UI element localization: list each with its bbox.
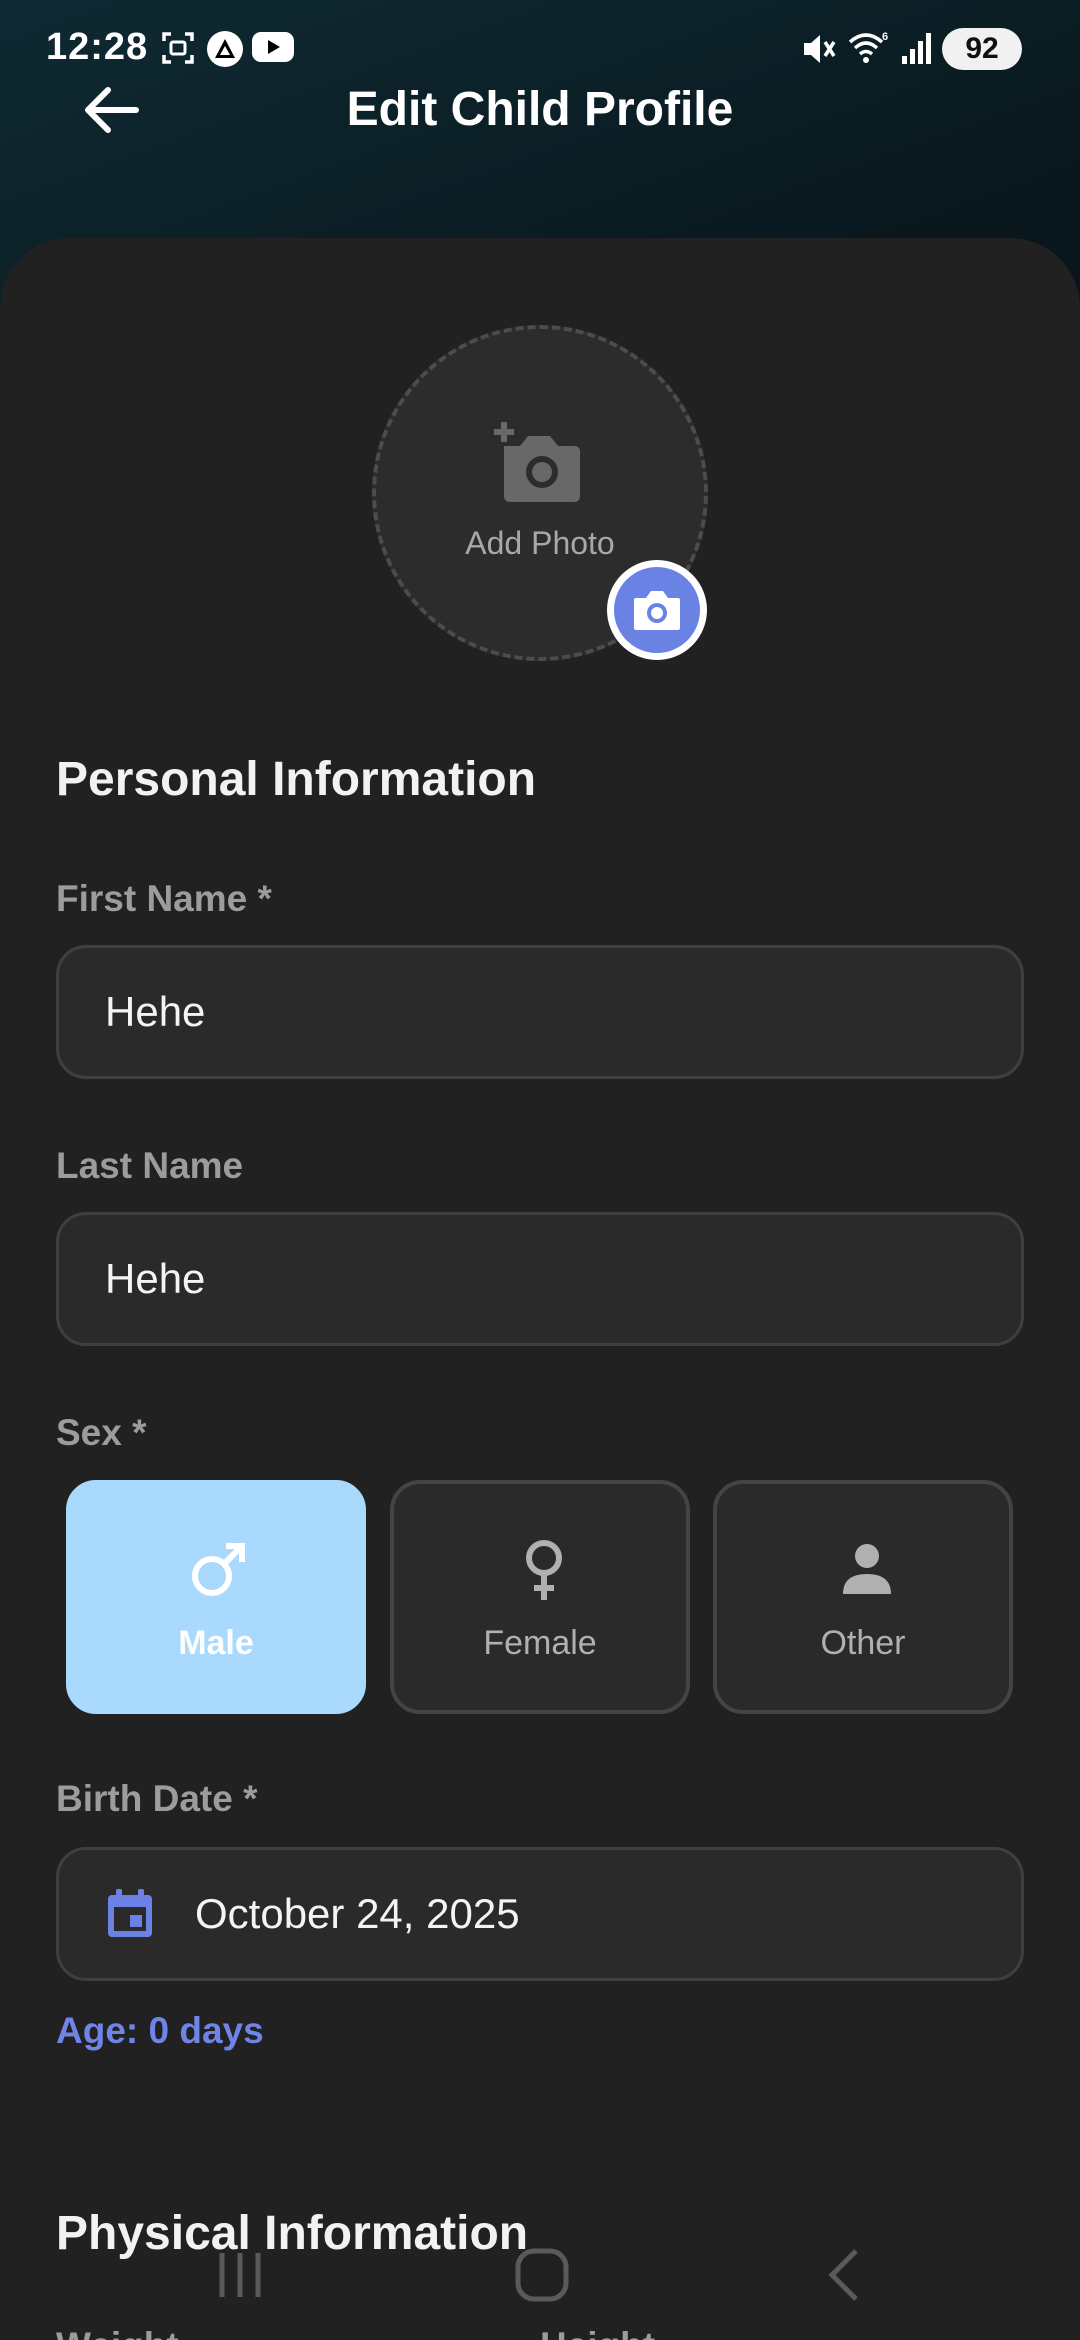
signal-icon — [902, 33, 931, 64]
youtube-icon — [252, 32, 294, 62]
screenshot-icon — [162, 32, 194, 64]
mute-icon — [804, 35, 836, 63]
wifi-icon: 6 — [848, 31, 888, 63]
screen: 12:28 6 92 Edit Child Profile Add Photo … — [0, 0, 1080, 2340]
calendar-icon — [105, 1887, 155, 1941]
birth-date-value: October 24, 2025 — [195, 1890, 520, 1937]
sex-option-label: Female — [483, 1624, 597, 1662]
sex-option-label: Male — [178, 1624, 254, 1662]
nav-back-icon[interactable] — [820, 2245, 870, 2305]
status-time: 12:28 — [46, 26, 149, 68]
last-name-value: Hehe — [105, 1255, 206, 1302]
battery-level: 92 — [965, 32, 999, 65]
female-icon — [526, 1540, 562, 1600]
sex-option-other[interactable]: Other — [713, 1480, 1013, 1714]
sex-label: Sex * — [56, 1412, 147, 1453]
first-name-value: Hehe — [105, 988, 206, 1035]
male-icon — [192, 1543, 245, 1596]
personal-information-heading: Personal Information — [56, 753, 537, 806]
add-photo-label: Add Photo — [465, 525, 615, 561]
battery-indicator: 92 — [942, 28, 1022, 70]
birth-date-label: Birth Date * — [56, 1778, 258, 1819]
camera-icon — [634, 591, 680, 630]
last-name-label: Last Name — [56, 1145, 244, 1186]
birth-date-input[interactable]: October 24, 2025 — [56, 1847, 1024, 1981]
sex-option-label: Other — [820, 1624, 906, 1662]
sex-option-male[interactable]: Male — [66, 1480, 366, 1714]
recent-apps-icon[interactable] — [212, 2245, 268, 2305]
home-icon[interactable] — [512, 2245, 572, 2305]
person-icon — [843, 1544, 891, 1594]
system-nav-bar — [0, 2230, 1080, 2340]
first-name-input[interactable]: Hehe — [56, 945, 1024, 1079]
first-name-label: First Name * — [56, 878, 272, 919]
page-title: Edit Child Profile — [346, 83, 734, 136]
last-name-input[interactable]: Hehe — [56, 1212, 1024, 1346]
camera-button[interactable] — [607, 560, 707, 660]
age-text: Age: 0 days — [56, 2010, 264, 2051]
app-notification-icon — [207, 31, 243, 67]
svg-text:6: 6 — [882, 31, 888, 43]
add-photo-icon — [494, 422, 580, 502]
sex-option-female[interactable]: Female — [390, 1480, 690, 1714]
